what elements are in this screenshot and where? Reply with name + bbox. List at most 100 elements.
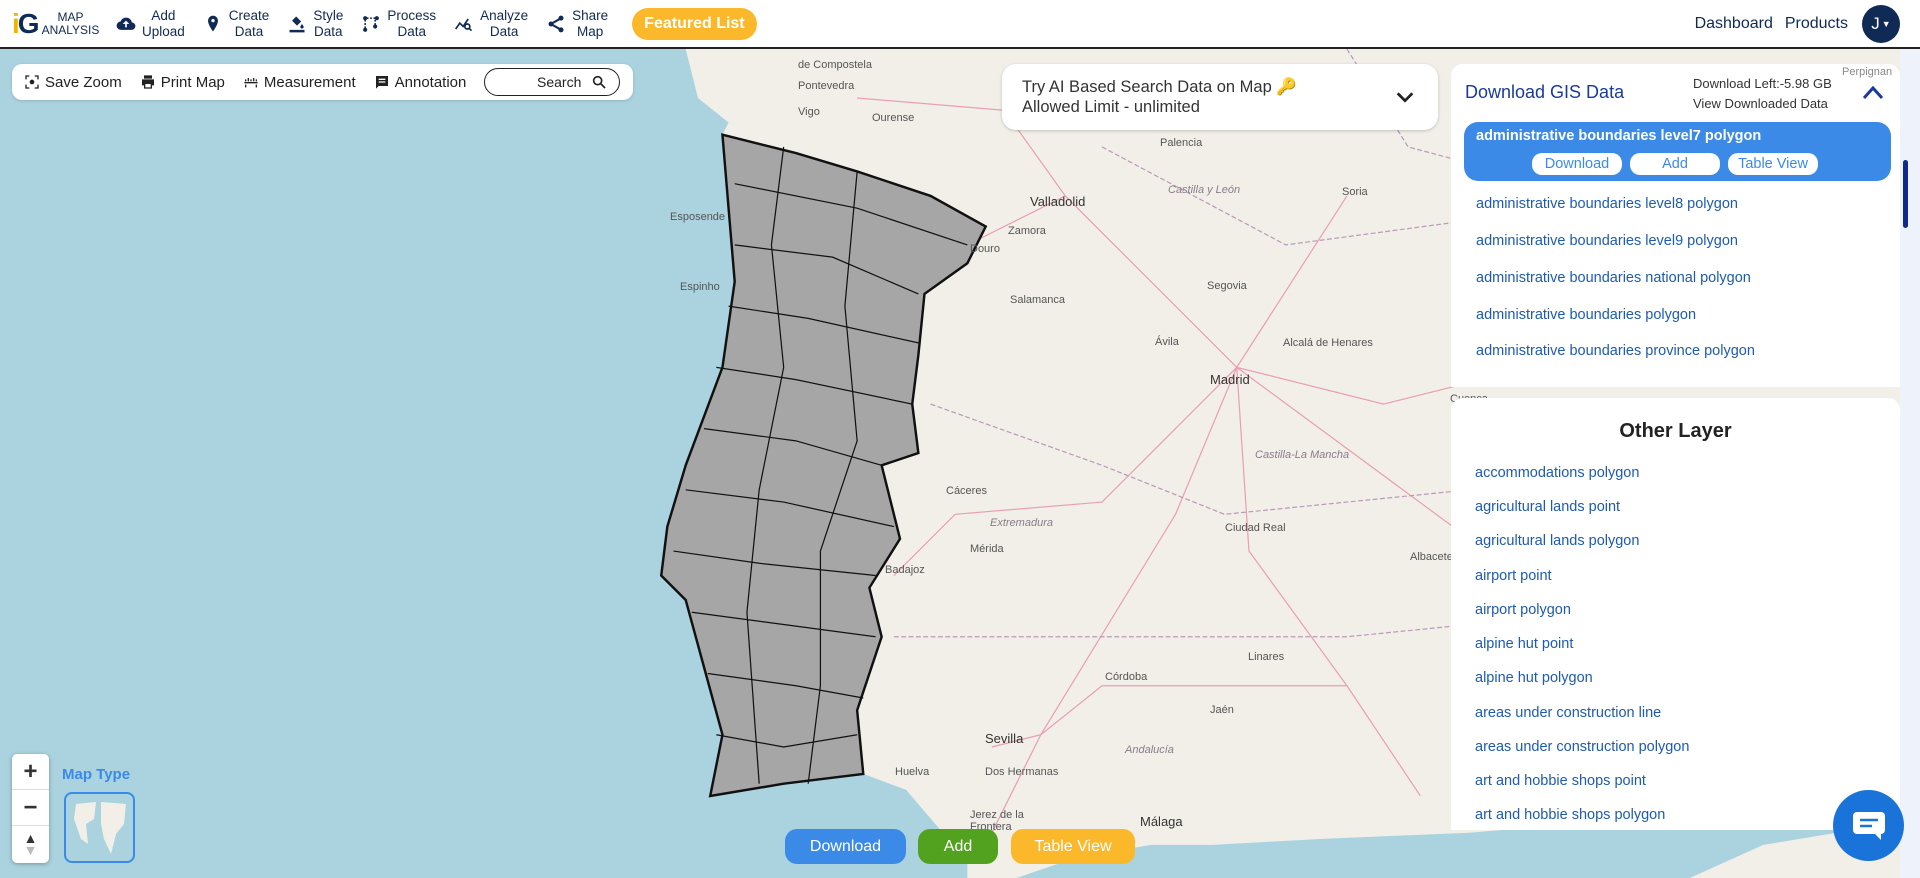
world-map-icon xyxy=(74,802,126,854)
other-layer-panel: Other Layer accommodations polygon agric… xyxy=(1451,398,1900,830)
nav-label: Data xyxy=(234,23,264,39)
ai-search-title: Try AI Based Search Data on Map xyxy=(1022,78,1272,96)
map-label: Dos Hermanas xyxy=(985,766,1059,778)
avatar-initial: J xyxy=(1871,13,1880,33)
nav-label: Process xyxy=(387,7,437,23)
layer-item[interactable]: administrative boundaries level9 polygon xyxy=(1476,233,1738,249)
nav-style-data[interactable]: Style Data xyxy=(287,8,343,40)
ai-search-limit: Allowed Limit - unlimited xyxy=(1022,98,1200,116)
map-label: de Compostela xyxy=(798,59,872,71)
nav-process-data[interactable]: Process Data xyxy=(361,8,436,40)
map-label: Salamanca xyxy=(1010,294,1066,306)
map-label: Ciudad Real xyxy=(1225,522,1286,534)
map-label: Zamora xyxy=(1008,225,1046,237)
map-label: Pontevedra xyxy=(798,80,855,92)
map-label: Palencia xyxy=(1160,137,1203,149)
map-label: Huelva xyxy=(895,766,930,778)
layer-download-button[interactable]: Download xyxy=(1532,153,1622,175)
layer-item[interactable]: airport point xyxy=(1475,568,1552,584)
nav-label: Create xyxy=(228,7,270,23)
logo-line1: MAP xyxy=(57,9,84,24)
map-label: Badajoz xyxy=(885,564,925,576)
layer-add-button[interactable]: Add xyxy=(1630,153,1720,175)
layer-item[interactable]: accommodations polygon xyxy=(1475,465,1639,481)
nav-create-data[interactable]: Create Data xyxy=(203,7,270,40)
layer-item[interactable]: agricultural lands point xyxy=(1475,499,1620,515)
layer-item[interactable]: administrative boundaries national polyg… xyxy=(1476,270,1751,286)
chat-button[interactable] xyxy=(1833,790,1904,861)
map-label: Jaén xyxy=(1210,704,1234,716)
layer-item[interactable]: administrative boundaries province polyg… xyxy=(1476,343,1755,359)
nav-analyze-data[interactable]: Analyze Data xyxy=(454,8,528,40)
map-label: Castilla y León xyxy=(1168,184,1241,196)
map-label: Douro xyxy=(970,243,1000,255)
map-label: Madrid xyxy=(1210,372,1250,387)
featured-list-button[interactable]: Featured List xyxy=(632,7,757,40)
layer-item[interactable]: art and hobbie shops point xyxy=(1475,773,1646,789)
compass-north-icon[interactable]: ▲ ▼ xyxy=(12,826,49,862)
download-gis-panel: Download GIS Data Download Left:-5.98 GB… xyxy=(1451,64,1900,387)
map-label: Espinho xyxy=(680,281,720,293)
add-button[interactable]: Add xyxy=(918,829,998,864)
measurement-button[interactable]: Measurement xyxy=(243,74,356,91)
nav-label: Add xyxy=(151,7,176,23)
user-avatar[interactable]: J ▼ xyxy=(1862,4,1900,43)
print-map-button[interactable]: Print Map xyxy=(140,74,225,91)
layer-item[interactable]: administrative boundaries level8 polygon xyxy=(1476,196,1738,212)
map-label: Valladolid xyxy=(1030,194,1086,209)
map-label: Sevilla xyxy=(985,731,1024,746)
chevron-down-icon[interactable] xyxy=(1394,86,1416,108)
layer-item[interactable]: alpine hut point xyxy=(1475,636,1573,652)
panel-scrollbar[interactable] xyxy=(1903,160,1908,228)
save-zoom-button[interactable]: Save Zoom xyxy=(24,74,122,91)
annotation-button[interactable]: Annotation xyxy=(374,74,466,91)
layer-item[interactable]: art and hobbie shops polygon xyxy=(1475,807,1665,823)
table-view-button[interactable]: Table View xyxy=(1011,829,1135,864)
map-label: Extremadura xyxy=(990,517,1053,529)
map-type-thumbnail[interactable] xyxy=(64,792,135,863)
map-label: Málaga xyxy=(1140,814,1183,829)
map-label: Ourense xyxy=(872,112,915,124)
map-label: Albacete xyxy=(1410,551,1453,563)
layer-item[interactable]: areas under construction line xyxy=(1475,705,1661,721)
search-placeholder: Search xyxy=(537,74,582,90)
save-zoom-label: Save Zoom xyxy=(45,73,122,91)
ai-search-box[interactable]: Try AI Based Search Data on Map 🔑 Allowe… xyxy=(1002,64,1438,130)
layer-item[interactable]: administrative boundaries polygon xyxy=(1476,307,1696,323)
map-label: Segovia xyxy=(1207,280,1247,292)
layer-item[interactable]: agricultural lands polygon xyxy=(1475,533,1639,549)
layer-item[interactable]: alpine hut polygon xyxy=(1475,670,1593,686)
nav-add-upload[interactable]: Add Upload xyxy=(116,8,185,40)
layer-item[interactable]: areas under construction polygon xyxy=(1475,739,1689,755)
cloud-upload-icon xyxy=(116,17,136,30)
focus-icon xyxy=(25,75,39,89)
map-label: Andalucía xyxy=(1125,744,1174,756)
layer-table-view-button[interactable]: Table View xyxy=(1728,153,1818,175)
logo-line2: ANALYSIS xyxy=(41,22,100,37)
map-label: Ávila xyxy=(1155,336,1179,348)
download-button[interactable]: Download xyxy=(785,829,906,864)
selected-layer-name: administrative boundaries level7 polygon xyxy=(1476,128,1762,144)
nav-share-map[interactable]: Share Map xyxy=(546,8,608,40)
paint-bucket-icon xyxy=(289,16,305,32)
annotation-icon xyxy=(375,76,388,89)
view-downloaded-link[interactable]: View Downloaded Data xyxy=(1693,94,1832,114)
process-icon xyxy=(363,15,380,32)
chevron-up-icon[interactable] xyxy=(1862,84,1884,100)
zoom-out-button[interactable]: − xyxy=(12,790,49,826)
map-label: Cáceres xyxy=(946,485,987,497)
zoom-in-button[interactable]: + xyxy=(12,754,49,790)
map-pin-icon xyxy=(207,15,218,31)
map-label: Soria xyxy=(1342,186,1368,198)
search-icon xyxy=(593,75,606,89)
search-input[interactable]: Search xyxy=(484,68,621,96)
dashboard-link[interactable]: Dashboard xyxy=(1695,15,1773,33)
nav-label: Upload xyxy=(142,23,185,39)
layer-item[interactable]: airport polygon xyxy=(1475,602,1571,618)
measurement-label: Measurement xyxy=(263,73,356,91)
products-link[interactable]: Products xyxy=(1785,15,1848,33)
logo[interactable]: iG MAP ANALYSIS xyxy=(12,8,108,40)
nav-label: Data xyxy=(397,23,426,39)
chat-icon xyxy=(1852,811,1885,840)
selected-layer[interactable]: administrative boundaries level7 polygon… xyxy=(1464,122,1891,181)
